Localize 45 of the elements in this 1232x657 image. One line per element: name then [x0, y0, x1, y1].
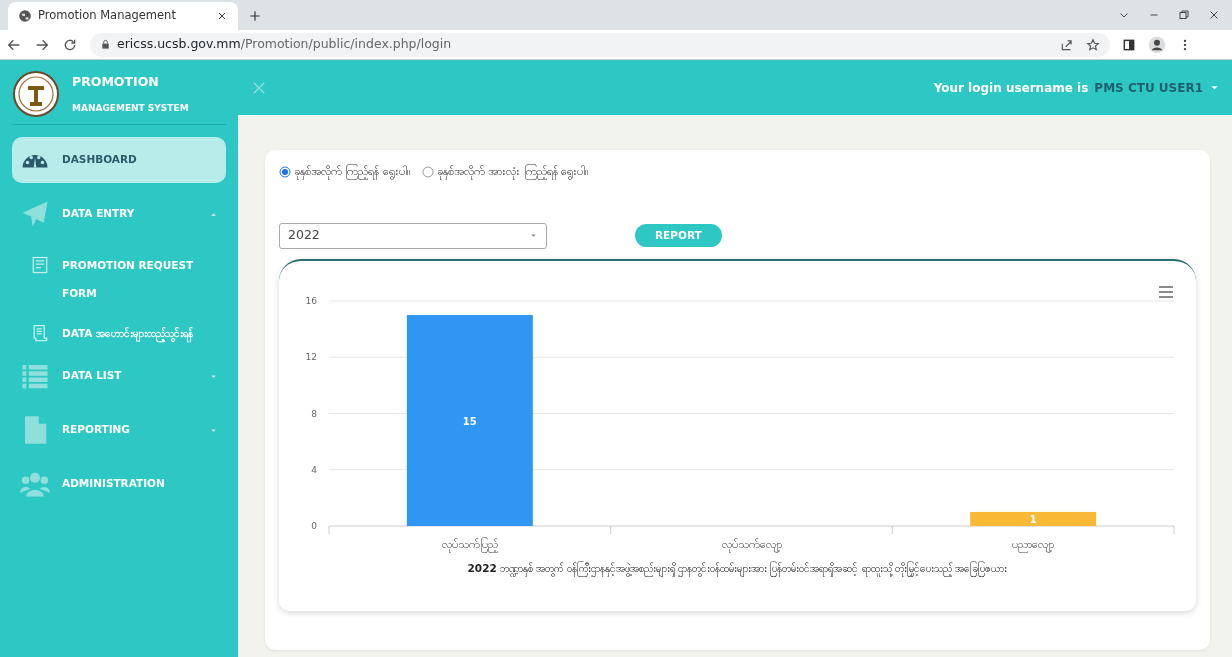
category-label: လုပ်သက်ပြည့်	[441, 537, 498, 551]
star-icon	[1086, 37, 1100, 52]
form-icon	[30, 255, 50, 275]
profile-icon	[1148, 35, 1166, 54]
lock-icon	[100, 39, 111, 50]
tab-title: Promotion Management	[38, 7, 177, 25]
url-text: ericss.ucsb.gov.mm/Promotion/public/index.php/login	[117, 35, 452, 54]
sidebar-item[interactable]: DASHBOARD	[12, 137, 226, 183]
username-link[interactable]: PMS CTU USER1	[1094, 78, 1203, 97]
sidebar-item[interactable]: ADMINISTRATION	[12, 461, 226, 507]
axis-tick-label: 12	[305, 351, 317, 362]
menu-icon[interactable]	[1158, 285, 1174, 298]
app-subtitle: MANAGEMENT SYSTEM	[72, 101, 189, 115]
sidebar-item[interactable]: DATA ENTRY	[12, 191, 226, 237]
data-label: 15	[462, 415, 477, 427]
globe-icon	[18, 9, 32, 23]
restore-icon	[1178, 9, 1190, 21]
close-icon	[216, 10, 228, 22]
caret-icon	[529, 231, 538, 240]
chart-title: 2022 ဘဏ္ဍာနှစ် အတွက် ဝန်ကြီးဌာနနှင့်အဖွဲ့အစည်းများရှိ ဌာနတွင်းဝန်ထမ်းများအား ပြန်တမ်းဝင်အရာရှိအဆင့် ရာထူးသို့ တိုးမြှင့်ပေးသည့် အခြေပြဇယား	[279, 560, 1196, 577]
year-select[interactable]: 2022	[279, 222, 547, 249]
side-panel-icon	[1122, 37, 1136, 52]
login-label: Your login username is	[933, 79, 1089, 97]
app-title: PROMOTION	[72, 72, 160, 91]
paper-plane-icon	[20, 199, 50, 229]
axis-tick-label: 4	[311, 464, 317, 475]
radio-option[interactable]: ခုနှစ်အလိုက် ကြည့်ရန် ရွေးပါ။	[279, 164, 410, 181]
close-icon	[1208, 9, 1220, 21]
submenu-item[interactable]: DATA အဟောင်းများထည့်သွင်းရန်	[12, 313, 226, 353]
axis-tick-label: 16	[305, 295, 317, 306]
submenu-item[interactable]: PROMOTION REQUEST FORM	[12, 245, 226, 313]
category-label: လုပ်သက်လျော့	[721, 537, 782, 551]
category-label: ပညာလျော့	[1012, 537, 1055, 551]
share-icon	[1060, 37, 1074, 52]
emblem-logo	[12, 70, 60, 118]
report-button[interactable]: REPORT	[635, 223, 722, 248]
radio-option[interactable]: ခုနှစ်အလိုက် အားလုံး ကြည့်ရန် ရွေးပါ။	[422, 164, 589, 181]
address-bar[interactable]: ericss.ucsb.gov.mm/Promotion/public/index.php/login	[90, 32, 1110, 57]
axis-tick-label: 8	[311, 408, 317, 418]
browser-tab[interactable]: Promotion Management	[8, 2, 238, 30]
axis-tick-label: 0	[311, 520, 317, 531]
data-label: 1	[1029, 513, 1037, 525]
sidebar-item[interactable]: REPORTING	[12, 407, 226, 453]
plus-icon	[248, 9, 262, 23]
sidebar-item[interactable]: DATA LIST	[12, 353, 226, 399]
